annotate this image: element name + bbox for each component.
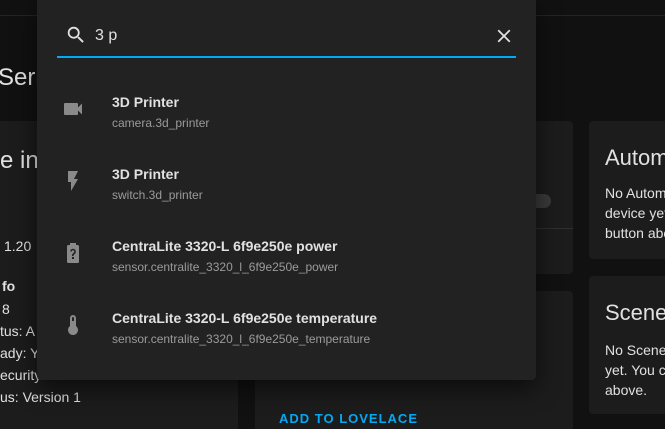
result-name: 3D Printer [112,94,179,110]
page-title: Seri [0,64,41,91]
device-info-line: 1.20 [4,238,32,254]
device-info-line: tus: A [0,323,36,339]
result-entity-id: sensor.centralite_3320_l_6f9e250e_power [112,260,339,274]
result-item[interactable]: 3D Printer switch.3d_printer [37,145,536,217]
result-item[interactable]: 3D Printer camera.3d_printer [37,73,536,145]
result-name: 3D Printer [112,166,179,182]
close-icon[interactable] [493,25,515,47]
automations-card-title: Autom [605,145,665,170]
device-info-line: ecurity [0,367,42,383]
search-icon [67,26,84,43]
result-name: CentraLite 3320-L 6f9e250e temperature [112,310,378,326]
quick-bar-dialog: 3D Printer camera.3d_printer 3D Printer … [37,0,536,380]
scenes-card-text: above. [605,382,648,398]
automations-card-text: button abo [605,225,665,241]
device-info-line: us: Version 1 [0,389,81,405]
automations-card: Autom No Autom device yet button abo [589,121,665,259]
result-name: CentraLite 3320-L 6f9e250e power [112,238,338,254]
result-entity-id: switch.3d_printer [112,188,203,202]
device-info-line: fo [2,278,16,294]
search-field [57,14,516,58]
result-entity-id: camera.3d_printer [112,116,210,130]
automations-card-text: No Autom [605,185,665,201]
search-input[interactable] [95,24,465,48]
automations-card-text: device yet [605,205,665,221]
scenes-card-title: Scene [605,300,665,325]
scenes-card-text: yet. You c [605,362,665,378]
result-entity-id: sensor.centralite_3320_l_6f9e250e_temper… [112,332,371,346]
result-item[interactable]: CentraLite 3320-L 6f9e250e temperature s… [37,289,536,361]
scenes-card-text: No Scene [605,342,665,358]
scenes-card: Scene No Scene yet. You c above. [589,276,665,414]
battery-unknown-icon [67,243,79,263]
thermometer-icon [68,315,78,335]
device-info-line: 8 [2,301,10,317]
flash-icon [68,171,78,191]
result-item[interactable]: CentraLite 3320-L 6f9e250e power sensor.… [37,217,536,289]
add-to-lovelace-button[interactable]: ADD TO LOVELACE [279,411,418,426]
search-underline [57,56,516,58]
camera-icon [64,103,82,115]
device-info-line: ady: Y [0,345,40,361]
